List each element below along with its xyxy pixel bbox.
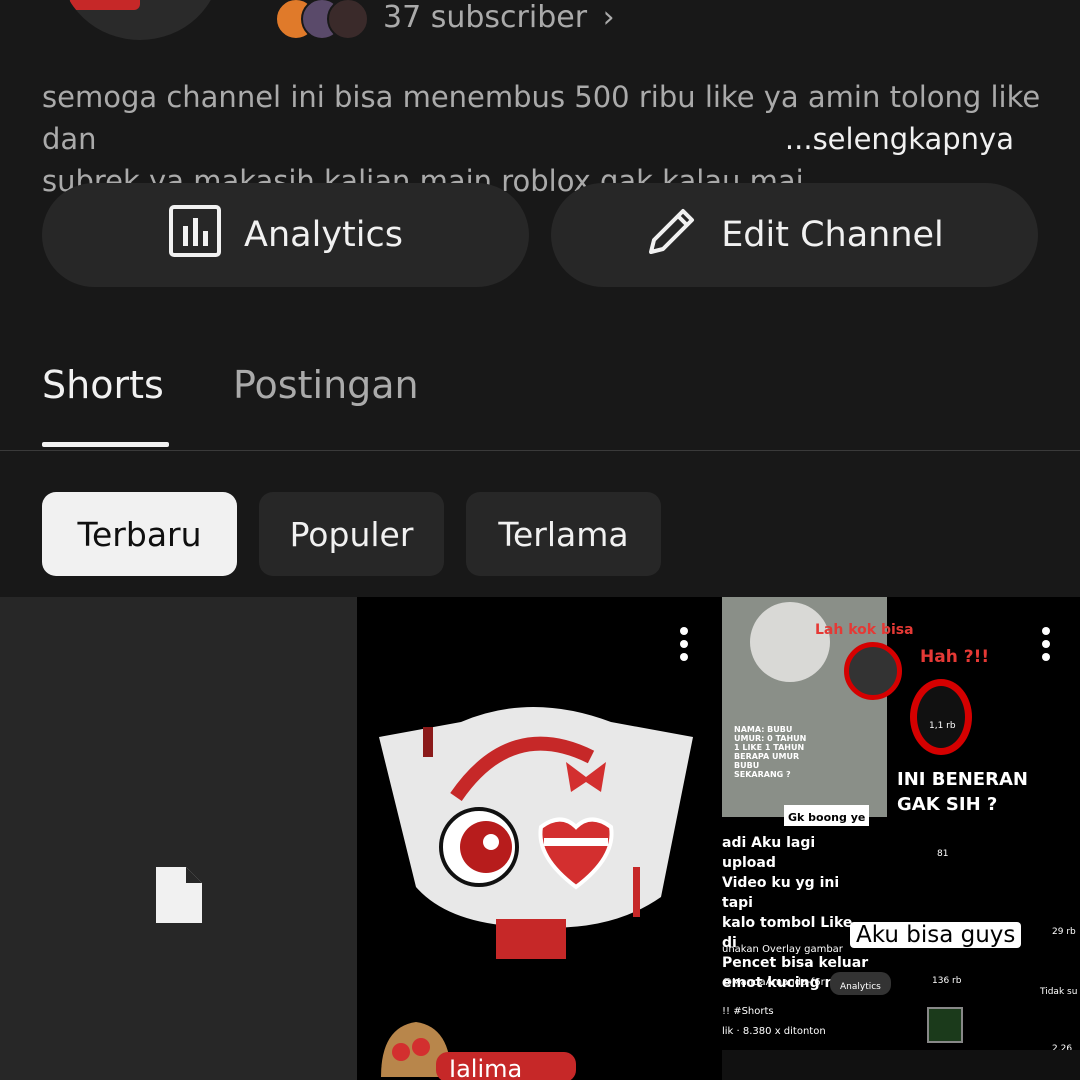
cat-emoji-icon [844,642,902,700]
name-block: NAMA: BUBU UMUR: 0 TAHUN 1 LIKE 1 TAHUN … [734,725,807,779]
edit-channel-label: Edit Channel [721,215,944,255]
overlay-label: Gk boong ye [784,805,870,826]
file-icon [154,865,204,929]
subscriber-avatar [327,0,369,40]
channel-tabs: Shorts Postingan [0,345,1080,451]
subscriber-avatars [275,0,370,40]
analytics-button[interactable]: Analytics [42,183,529,287]
more-link[interactable]: ...selengkapnya [772,118,1014,160]
tab-shorts[interactable]: Shorts [42,363,164,407]
channel-handle: @MandaAmanda-f6r [722,977,825,988]
chip-terlama[interactable]: Terlama [466,492,661,576]
side-count: 29 rb [1052,927,1076,937]
short-item[interactable]: Lah kok bisa NAMA: BUBU UMUR: 0 TAHUN 1 … [722,597,1080,1080]
short-item[interactable]: Ialima [361,597,718,1080]
overlay-text: Lah kok bisa [815,622,914,638]
story-text: adi Aku lagi upload Video ku yg ini tapi… [722,835,869,991]
overlay-text: GAK SIH ? [897,794,998,815]
chip-populer[interactable]: Populer [259,492,444,576]
chip-terbaru[interactable]: Terbaru [42,492,237,576]
active-tab-indicator [42,442,169,447]
analytics-chip: Analytics [830,972,891,995]
overlay-text: Hah ?!! [920,647,990,667]
short-item[interactable] [0,597,357,1080]
overlay-text: !! #Shorts [722,1006,774,1017]
like-count: 1,1 rb [929,721,956,731]
more-vert-icon[interactable] [1042,627,1052,666]
short-caption: Ialima [449,1055,523,1080]
edit-channel-button[interactable]: Edit Channel [551,183,1038,287]
overlay-text: INI BENERAN [897,769,1028,790]
side-label: Tidak su [1040,987,1078,997]
overlay-text: unakan Overlay gambar [722,944,843,955]
tab-postingan[interactable]: Postingan [233,363,419,407]
shorts-grid: Ialima Lah kok bisa NAMA: BUBU UMUR: 0 T… [0,597,1080,1080]
thumbnail-icon [927,1007,963,1043]
short-thumbnail [379,707,693,1080]
bottom-nav-bar [722,1050,1080,1080]
comment-count: 81 [937,849,949,859]
chevron-right-icon: › [602,0,615,35]
analytics-label: Analytics [244,215,403,255]
view-count: lik · 8.380 x ditonton [722,1026,826,1037]
analytics-icon [168,204,222,267]
subscriber-count-link[interactable]: 37 subscriber › [383,0,615,36]
like-icon [910,679,972,755]
pencil-icon [645,204,699,267]
overlay-label: Aku bisa guys [850,922,1022,948]
subscriber-count: 37 subscriber [383,0,588,35]
channel-avatar[interactable] [60,0,220,40]
like-count: 136 rb [932,976,962,986]
